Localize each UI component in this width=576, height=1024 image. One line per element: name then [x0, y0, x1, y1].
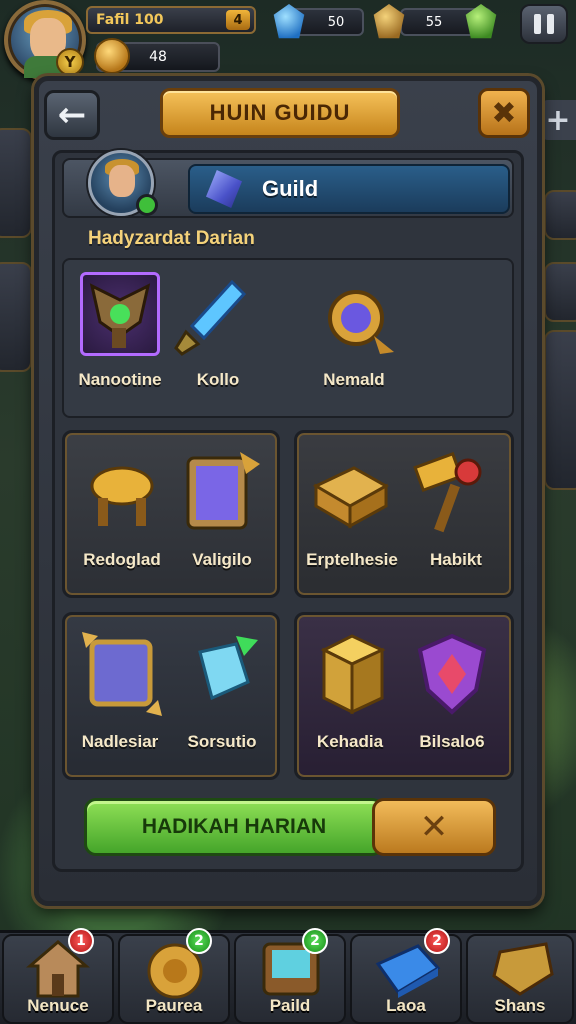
purple-shield-icon [417, 633, 487, 715]
notification-badge: 2 [424, 928, 450, 954]
ice-crystal-icon [198, 636, 258, 701]
player-level-badge: 4 [226, 10, 250, 30]
close-icon: ✕ [419, 807, 449, 847]
confirm-button[interactable]: HADIKAH HARIAN [84, 798, 384, 856]
item-label: Sorsutio [187, 732, 257, 751]
golden-chalice-icon [90, 466, 154, 526]
nav-item-nenuce[interactable]: Nenuce [2, 934, 114, 1024]
crystal-sword-icon [174, 279, 247, 356]
right-side-tab-1[interactable] [544, 190, 576, 240]
item-label: Valigilo [192, 550, 252, 569]
nav-label: Paurea [145, 996, 203, 1015]
nav-label: Shans [494, 996, 546, 1015]
item-label: Erptelhesie [306, 550, 398, 569]
coin-value: 48 [149, 49, 167, 65]
arrow-left-icon: ← [57, 95, 87, 135]
back-button[interactable]: ← [44, 90, 100, 140]
pause-button[interactable] [520, 4, 568, 44]
item-label: Kollo [196, 370, 240, 389]
cancel-button[interactable]: ✕ [372, 798, 496, 856]
plus-icon[interactable]: + [540, 100, 576, 140]
nav-label: Laoa [386, 996, 426, 1015]
nav-label: Paild [269, 996, 311, 1015]
section-title: Hadyzardat Darian [88, 228, 255, 249]
item-label: Bilsalo6 [419, 732, 485, 751]
nav-item-paurea[interactable]: Paurea [118, 934, 230, 1024]
coin-icon [94, 38, 130, 74]
nav-item-paild[interactable]: Paild [234, 934, 346, 1024]
panel-title-text: HUIN GUIDU [209, 100, 351, 125]
panel-title: HUIN GUIDU [160, 88, 400, 138]
player-name: Fafil 100 [96, 12, 164, 28]
nav-item-shans[interactable]: Shans [466, 934, 574, 1024]
right-side-tab-3[interactable] [544, 330, 576, 490]
resource-1-value: 50 [327, 14, 345, 30]
guild-label: Guild [262, 176, 319, 201]
close-button[interactable]: ✖ [478, 88, 530, 138]
close-icon: ✖ [491, 95, 517, 131]
left-side-tab[interactable] [0, 128, 32, 238]
resource-2-value: 55 [425, 14, 443, 30]
pause-icon [534, 14, 541, 34]
item-label: Habikt [430, 550, 482, 569]
item-label: Nemald [323, 370, 385, 389]
rune-cube-icon [82, 632, 162, 716]
notification-badge: 1 [68, 928, 94, 954]
golden-cube-icon [320, 634, 386, 715]
magic-orb-icon [328, 290, 394, 354]
helmet-icon [89, 283, 151, 348]
confirm-button-label: HADIKAH HARIAN [141, 815, 327, 838]
player-name-bar: Fafil 100 4 [86, 6, 256, 34]
rank-badge-icon: Y [56, 48, 84, 76]
right-side-tab-2[interactable] [544, 262, 576, 322]
treasure-chest-icon [312, 466, 390, 529]
notification-badge: 2 [302, 928, 328, 954]
golden-hammer-icon [413, 452, 482, 533]
notification-badge: 2 [186, 928, 212, 954]
left-side-tab-2[interactable] [0, 262, 32, 372]
golden-box-icon [492, 942, 554, 996]
online-status-icon [136, 194, 158, 216]
magic-mirror-icon [186, 452, 260, 530]
nav-label: Nenuce [27, 996, 89, 1015]
